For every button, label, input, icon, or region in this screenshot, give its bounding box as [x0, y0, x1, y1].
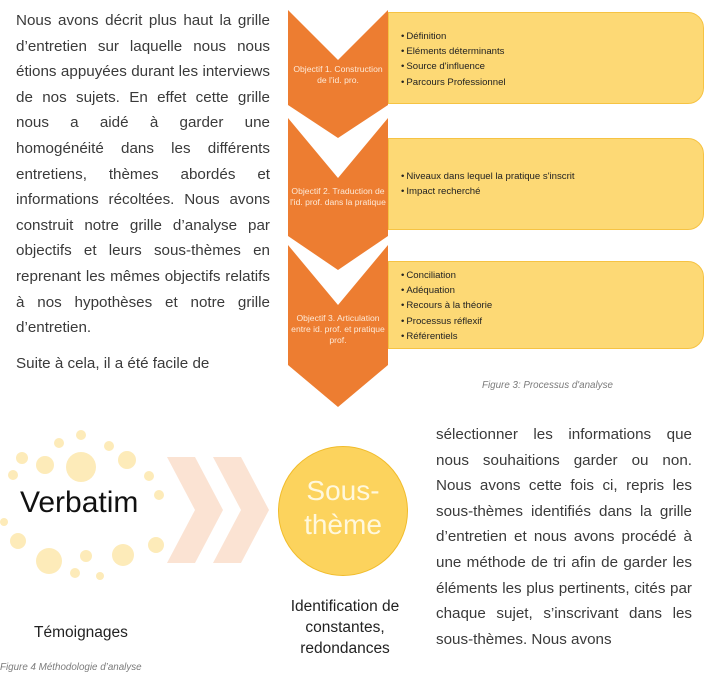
circle-line: thème	[304, 509, 382, 540]
objective-label: Objectif 1. Construction de l'id. pro.	[293, 64, 383, 85]
objective-label: Objectif 2. Traduction de l'id. prof. da…	[290, 186, 386, 207]
paragraph: Nous avons décrit plus haut la grille d’…	[16, 12, 270, 337]
list-item: Adéquation	[401, 283, 703, 298]
identification-label: Identification de constantes, redondance…	[290, 598, 400, 657]
list-item: Processus réflexif	[401, 314, 703, 329]
list-item: Niveaux dans lequel la pratique s'inscri…	[401, 169, 703, 184]
decorative-dot	[8, 470, 18, 480]
decorative-dot	[36, 548, 62, 574]
decorative-dot	[104, 441, 114, 451]
list-item: Conciliation	[401, 268, 703, 283]
sous-theme-circle-label: Sous- thème	[278, 474, 408, 542]
decorative-dot	[96, 572, 104, 580]
objective-box-1: Définition Eléments déterminants Source …	[388, 12, 704, 104]
decorative-dot	[80, 550, 92, 562]
decorative-dot	[154, 490, 164, 500]
decorative-dot	[0, 518, 8, 526]
verbatim-label: Verbatim	[20, 486, 139, 519]
body-text-top: Nous avons décrit plus haut la grille d’…	[16, 8, 270, 386]
list-item: Définition	[401, 29, 703, 44]
objective-box-3: Conciliation Adéquation Recours à la thé…	[388, 261, 704, 349]
paragraph: Suite à cela, il a été facile de	[16, 354, 210, 372]
decorative-dot	[76, 430, 86, 440]
figure-4-caption: Figure 4 Méthodologie d’analyse	[0, 662, 142, 673]
list-item: Eléments déterminants	[401, 44, 703, 59]
objective-label: Objectif 3. Articulation entre id. prof.…	[291, 313, 385, 345]
decorative-dot	[148, 537, 164, 553]
double-chevron-arrow-icon	[167, 457, 269, 563]
paragraph: sélectionner les informations que nous s…	[436, 426, 692, 648]
decorative-dot	[54, 438, 64, 448]
decorative-dot	[70, 568, 80, 578]
list-item: Référentiels	[401, 329, 703, 344]
chevron-right-icon	[167, 457, 223, 563]
decorative-dot	[144, 471, 154, 481]
list-item: Source d'influence	[401, 59, 703, 74]
list-item: Parcours Professionnel	[401, 75, 703, 90]
decorative-dot	[10, 533, 26, 549]
decorative-dot	[118, 451, 136, 469]
decorative-dot	[66, 452, 96, 482]
objective-box-2: Niveaux dans lequel la pratique s'inscri…	[388, 138, 704, 230]
figure-3-caption: Figure 3: Processus d'analyse	[482, 380, 613, 391]
objective-chevron-3: Objectif 3. Articulation entre id. prof.…	[288, 245, 388, 407]
temoignages-label: Témoignages	[34, 624, 128, 641]
list-item: Impact recherché	[401, 184, 703, 199]
circle-line: Sous-	[306, 475, 380, 506]
body-text-bottom: sélectionner les informations que nous s…	[436, 422, 692, 652]
decorative-dot	[112, 544, 134, 566]
decorative-dot	[16, 452, 28, 464]
decorative-dot	[36, 456, 54, 474]
list-item: Recours à la théorie	[401, 298, 703, 313]
